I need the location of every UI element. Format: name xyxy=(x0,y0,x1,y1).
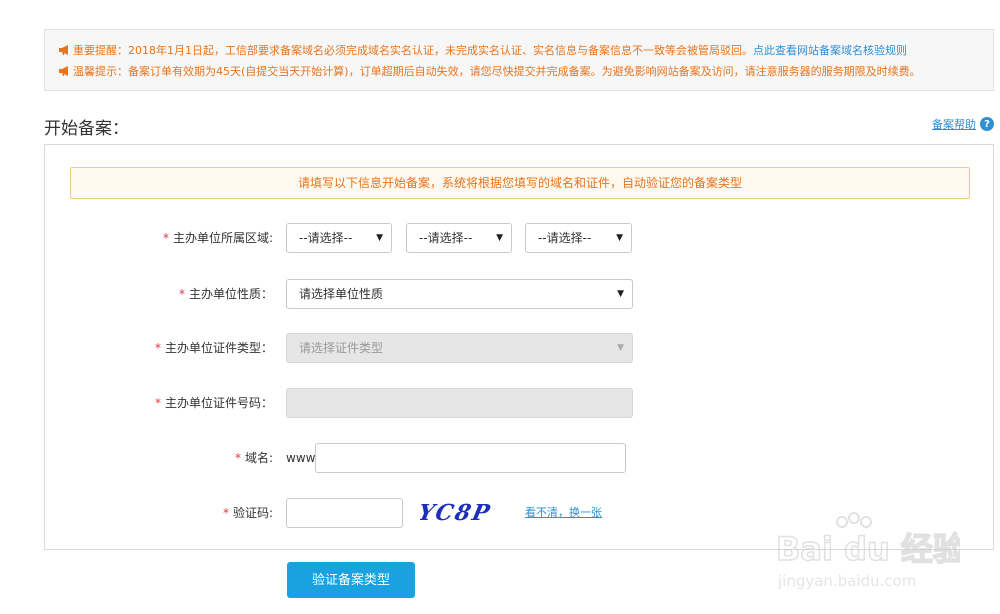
captcha-refresh-link[interactable]: 看不清，换一张 xyxy=(525,498,602,528)
dropdown-arrow-icon: ▼ xyxy=(496,233,503,243)
filing-help-link[interactable]: 备案帮助 ? xyxy=(932,116,994,132)
region-label-text: 主办单位所属区域: xyxy=(172,231,273,245)
cert-type-label: * 主办单位证件类型： xyxy=(155,333,273,363)
domain-rules-link[interactable]: 点此查看网站备案域名核验规则 xyxy=(753,44,907,57)
region-label: * 主办单位所属区域: xyxy=(163,223,273,253)
province-select[interactable]: --请选择-- ▼ xyxy=(286,223,392,253)
domain-input[interactable] xyxy=(315,443,626,473)
required-mark: * xyxy=(234,451,241,465)
cert-number-label-text: 主办单位证件号码： xyxy=(164,396,273,410)
org-nature-select-value: 请选择单位性质 xyxy=(299,287,384,301)
cert-type-select-value: 请选择证件类型 xyxy=(299,341,384,355)
filing-form: 请填写以下信息开始备案，系统将根据您填写的域名和证件，自动验证您的备案类型 * 主… xyxy=(44,144,994,550)
required-mark: * xyxy=(162,231,169,245)
notice-panel: 重要提醒：2018年1月1日起，工信部要求备案域名必须完成域名实名认证，未完成实… xyxy=(44,29,994,91)
captcha-image[interactable]: YC8P xyxy=(420,496,500,526)
form-tip: 请填写以下信息开始备案，系统将根据您填写的域名和证件，自动验证您的备案类型 xyxy=(70,167,970,199)
captcha-text: YC8P xyxy=(420,500,494,526)
megaphone-icon xyxy=(59,45,68,55)
cert-type-label-text: 主办单位证件类型： xyxy=(164,341,273,355)
org-nature-select[interactable]: 请选择单位性质 ▼ xyxy=(286,279,633,309)
city-select[interactable]: --请选择-- ▼ xyxy=(406,223,512,253)
notice-important: 重要提醒：2018年1月1日起，工信部要求备案域名必须完成域名实名认证，未完成实… xyxy=(59,42,907,58)
required-mark: * xyxy=(178,287,185,301)
megaphone-icon xyxy=(59,66,68,76)
required-mark: * xyxy=(222,506,229,520)
cert-number-input[interactable] xyxy=(286,388,633,418)
question-icon: ? xyxy=(980,117,994,131)
domain-label: * 域名: xyxy=(235,443,273,473)
baidu-jingyan-watermark: Bai du 经验 jingyan.baidu.com xyxy=(775,512,960,590)
captcha-label: * 验证码: xyxy=(223,498,273,528)
dropdown-arrow-icon: ▼ xyxy=(616,233,623,243)
row-cert-number: * 主办单位证件号码： xyxy=(45,388,995,418)
watermark-logo: Bai du 经验 xyxy=(776,530,960,568)
domain-prefix: www. xyxy=(286,451,319,465)
row-cert-type: * 主办单位证件类型： 请选择证件类型 ▼ xyxy=(45,333,995,363)
domain-label-text: 域名: xyxy=(244,451,273,465)
cert-number-label: * 主办单位证件号码： xyxy=(155,388,273,418)
filing-help-label: 备案帮助 xyxy=(932,118,976,131)
dropdown-arrow-icon: ▼ xyxy=(617,343,624,353)
page-title: 开始备案： xyxy=(44,119,129,139)
dropdown-arrow-icon: ▼ xyxy=(376,233,383,243)
notice-important-text: 重要提醒：2018年1月1日起，工信部要求备案域名必须完成域名实名认证，未完成实… xyxy=(73,44,753,57)
dropdown-arrow-icon: ▼ xyxy=(617,289,624,299)
notice-reminder: 温馨提示：备案订单有效期为45天(自提交当天开始计算)，订单超期后自动失效，请您… xyxy=(59,63,921,79)
district-select[interactable]: --请选择-- ▼ xyxy=(525,223,632,253)
watermark-url: jingyan.baidu.com xyxy=(777,572,916,590)
district-select-value: --请选择-- xyxy=(538,231,592,245)
org-nature-label-text: 主办单位性质： xyxy=(188,287,273,301)
city-select-value: --请选择-- xyxy=(419,231,473,245)
org-nature-label: * 主办单位性质： xyxy=(179,279,273,309)
verify-filing-type-button[interactable]: 验证备案类型 xyxy=(287,562,415,598)
row-region: * 主办单位所属区域: --请选择-- ▼ --请选择-- ▼ --请选择-- ▼ xyxy=(45,223,995,253)
captcha-input[interactable] xyxy=(286,498,403,528)
required-mark: * xyxy=(154,396,161,410)
required-mark: * xyxy=(154,341,161,355)
province-select-value: --请选择-- xyxy=(299,231,353,245)
notice-reminder-text: 温馨提示：备案订单有效期为45天(自提交当天开始计算)，订单超期后自动失效，请您… xyxy=(73,65,921,78)
cert-type-select[interactable]: 请选择证件类型 ▼ xyxy=(286,333,633,363)
row-domain: * 域名: www. xyxy=(45,443,995,473)
row-org-nature: * 主办单位性质： 请选择单位性质 ▼ xyxy=(45,279,995,309)
captcha-label-text: 验证码: xyxy=(232,506,273,520)
